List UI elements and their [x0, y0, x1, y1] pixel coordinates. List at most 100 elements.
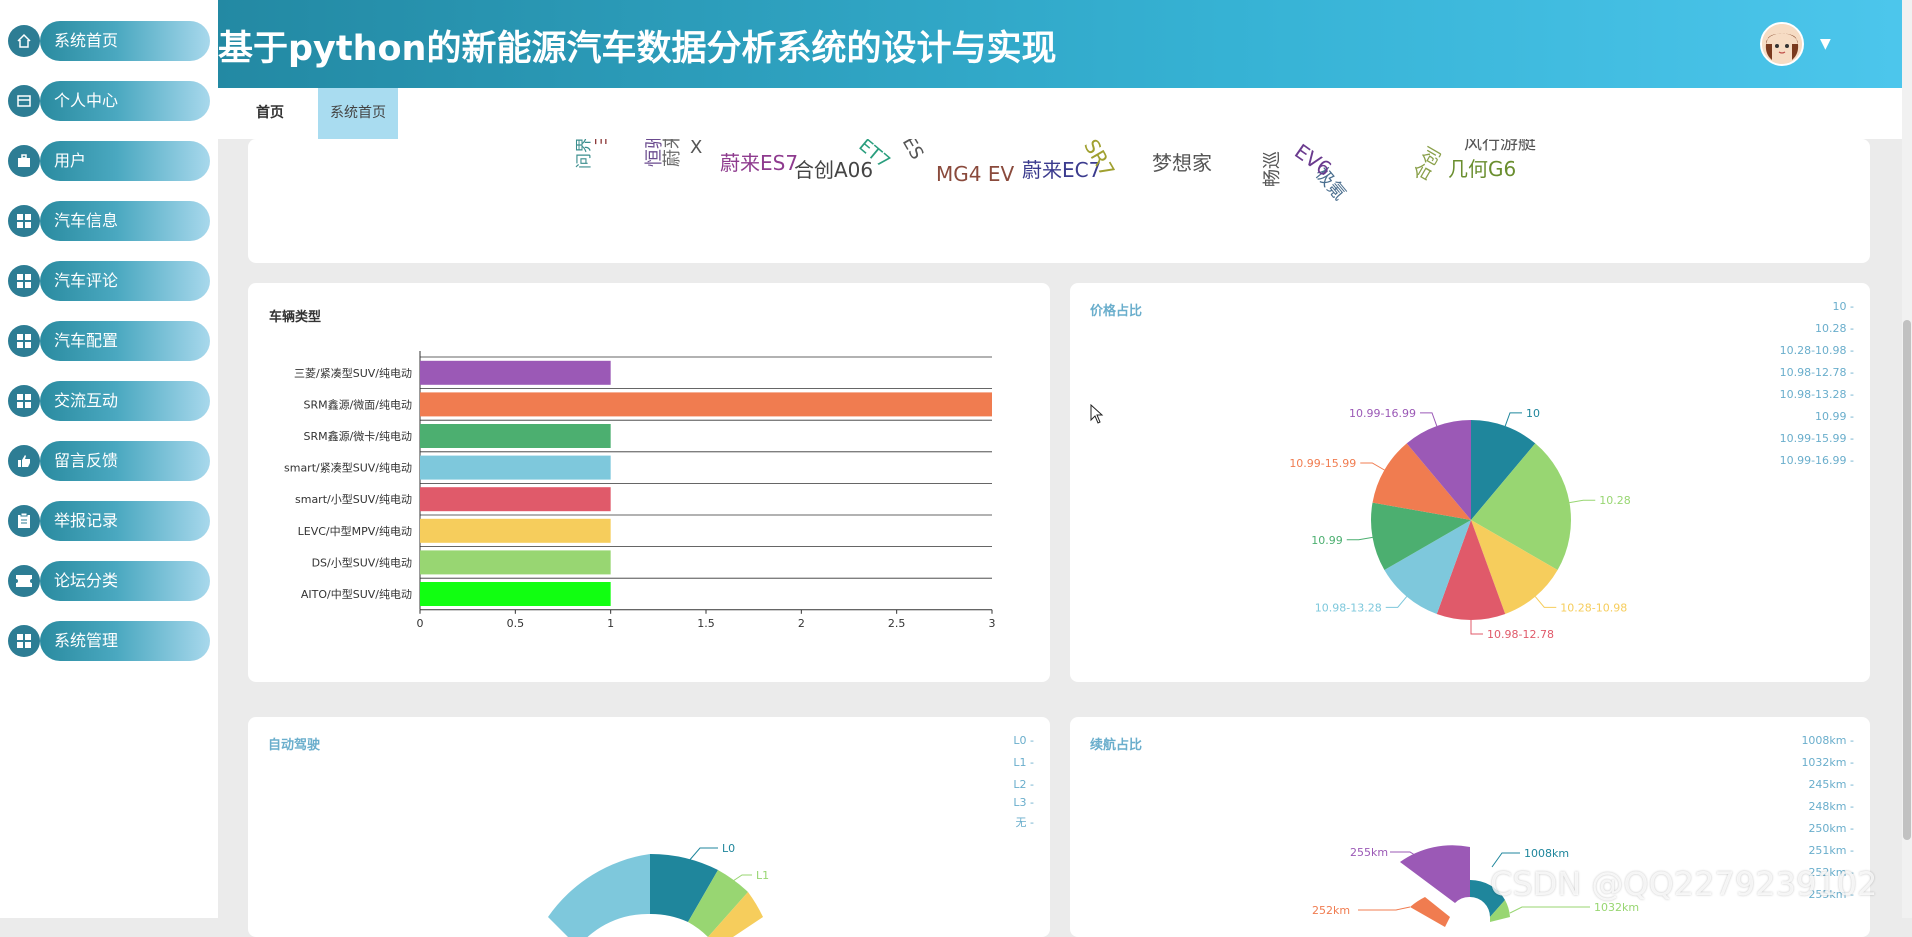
label-leader-line [1470, 620, 1483, 635]
clipboard-icon [8, 505, 40, 537]
ticket-icon [8, 565, 40, 597]
label-leader-line [1385, 596, 1408, 608]
bar[interactable] [420, 392, 992, 417]
rose-slice[interactable] [1410, 897, 1450, 927]
x-tick-label: 1.5 [697, 617, 715, 630]
label-leader-line [1569, 499, 1596, 504]
wordcloud-word: MG4 EV [936, 162, 1015, 186]
slice-label: L0 [722, 842, 735, 855]
grid-icon [8, 265, 40, 297]
bar[interactable] [420, 424, 611, 448]
slice-label: 10.98-12.78 [1487, 628, 1554, 641]
donut-slice[interactable] [548, 854, 650, 937]
wordcloud-word: 合创A06 [794, 158, 874, 182]
sidebar-item-interaction[interactable]: 交流互动 [8, 381, 210, 421]
bar[interactable] [420, 487, 611, 512]
slice-label: 255km [1350, 846, 1388, 859]
tab-bar: 首页 系统首页 [218, 88, 1902, 139]
bar[interactable] [420, 360, 611, 385]
slice-label: 10.99-16.99 [1349, 407, 1416, 420]
y-tick-label: 三菱/紧凑型SUV/纯电动 [294, 366, 412, 380]
price-pie-chart: 10 10.28 10.28-10.98 10.98-12.78 10.98-13.28… [1289, 407, 1631, 641]
sidebar-item-reports[interactable]: 举报记录 [8, 501, 210, 541]
slice-label: 10.28 [1599, 494, 1631, 507]
sidebar-item-label: 用户 [40, 141, 210, 181]
wordcloud-word: 蔚来ES7 [720, 151, 799, 175]
sidebar-item-car-reviews[interactable]: 汽车评论 [8, 261, 210, 301]
label-leader-line [1509, 906, 1590, 914]
sidebar-item-car-config[interactable]: 汽车配置 [8, 321, 210, 361]
wordcloud-word: 梦想家 [1152, 151, 1212, 175]
y-tick-label: SRM鑫源/微卡/纯电动 [303, 429, 412, 443]
price-ratio-card: 价格占比 10 - 10.28 - 10.28-10.98 - 10.98-12… [1070, 283, 1870, 682]
sidebar-item-profile[interactable]: 个人中心 [8, 81, 210, 121]
sidebar-item-car-info[interactable]: 汽车信息 [8, 201, 210, 241]
x-tick-label: 0.5 [507, 617, 525, 630]
wordcloud-card: 蔚来ES7 合创A06 MG4 EV 蔚来EC7 梦想家 几何G6 蔚来 恒驰 … [248, 139, 1870, 263]
sidebar-item-system[interactable]: 系统管理 [8, 621, 210, 661]
tab-home[interactable]: 首页 [242, 88, 298, 139]
rose-slice[interactable] [1400, 845, 1470, 903]
sidebar-item-label: 系统首页 [40, 21, 210, 61]
slice-label: 252km [1312, 904, 1350, 917]
label-leader-line [1346, 536, 1373, 541]
sidebar-item-label: 汽车配置 [40, 321, 210, 361]
range-ratio-card: 续航占比 1008km - 1032km - 245km - 248km - 2… [1070, 717, 1870, 937]
sidebar-item-home[interactable]: 系统首页 [8, 21, 210, 61]
briefcase-icon [8, 145, 40, 177]
wordcloud-word: 风行游艇 [1464, 139, 1536, 154]
sidebar-item-feedback[interactable]: 留言反馈 [8, 441, 210, 481]
bar[interactable] [420, 518, 611, 543]
grid-icon [8, 325, 40, 357]
label-leader-line [1504, 412, 1522, 427]
slice-label: L1 [756, 869, 769, 882]
slice-label: 10.28-10.98 [1560, 601, 1627, 614]
sidebar-item-label: 交流互动 [40, 381, 210, 421]
scrollbar-thumb[interactable] [1903, 320, 1911, 840]
avatar[interactable] [1760, 22, 1804, 66]
y-tick-label: AITO/中型SUV/纯电动 [301, 587, 412, 601]
profile-card-icon [8, 85, 40, 117]
x-tick-label: 0 [417, 617, 424, 630]
sidebar: 系统首页 个人中心 用户 汽车信息 汽车评论 汽车配置 交流互动 留言反馈 举报… [0, 0, 218, 918]
sidebar-item-users[interactable]: 用户 [8, 141, 210, 181]
thumbs-up-icon [8, 445, 40, 477]
range-rose-chart: 1008km 1032km 252km 255km [1312, 845, 1639, 927]
slice-label: 10.99-15.99 [1289, 457, 1356, 470]
wordcloud-word: X [690, 139, 703, 158]
y-tick-label: SRM鑫源/微面/纯电动 [303, 397, 412, 411]
tab-system-home[interactable]: 系统首页 [318, 88, 398, 139]
mouse-cursor-icon [1090, 404, 1104, 424]
grid-icon [8, 625, 40, 657]
x-tick-label: 2 [798, 617, 805, 630]
chevron-down-icon[interactable]: ▼ [1820, 36, 1831, 52]
bar-chart: 三菱/紧凑型SUV/纯电动 SRM鑫源/微面/纯电动 SRM鑫源/微卡/纯电动 sma… [284, 351, 996, 630]
label-leader-line [1420, 412, 1438, 427]
bar[interactable] [420, 582, 611, 606]
label-leader-line [1534, 596, 1557, 608]
slice-label: 1008km [1524, 847, 1569, 860]
label-leader-line [687, 847, 718, 863]
slice-label: 10.99 [1311, 534, 1343, 547]
sidebar-item-label: 个人中心 [40, 81, 210, 121]
sidebar-item-label: 留言反馈 [40, 441, 210, 481]
home-icon [8, 25, 40, 57]
y-tick-label: DS/小型SUV/纯电动 [312, 555, 412, 569]
x-tick-label: 2.5 [888, 617, 906, 630]
bar[interactable] [420, 455, 611, 480]
top-header: 基于python的新能源汽车数据分析系统的设计与实现 ▼ [218, 0, 1902, 88]
wordcloud-word: ES [897, 139, 928, 164]
wordcloud-word: 几何G6 [1448, 157, 1517, 181]
y-tick-label: smart/小型SUV/纯电动 [295, 492, 412, 506]
slice-label: 10.98-13.28 [1315, 601, 1382, 614]
sidebar-item-forum-category[interactable]: 论坛分类 [8, 561, 210, 601]
sidebar-item-label: 汽车信息 [40, 201, 210, 241]
bar[interactable] [420, 550, 611, 575]
grid-icon [8, 385, 40, 417]
label-leader-line [1358, 906, 1411, 911]
sidebar-item-label: 汽车评论 [40, 261, 210, 301]
autopilot-donut-chart: L0 L1 [548, 842, 769, 937]
y-tick-label: LEVC/中型MPV/纯电动 [298, 524, 412, 538]
vehicle-type-card: 车辆类型 三菱/紧凑型SUV/纯电动 SRM鑫源/微面/纯电动 SRM鑫源/微卡/纯… [248, 283, 1050, 682]
wordcloud-word: 合创 [1409, 143, 1446, 186]
